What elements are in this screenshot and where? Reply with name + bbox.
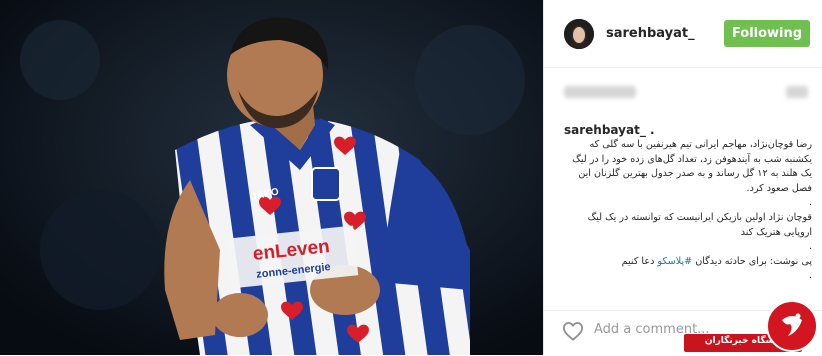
- caption-username[interactable]: sarehbayat_: [564, 123, 646, 137]
- hashtag-link[interactable]: #پلاسکو: [657, 256, 692, 267]
- likes-count-blurred: [564, 86, 636, 98]
- yjc-logo-glyph: [782, 313, 802, 336]
- watermark-badge: باشگاه خبرنگاران: [684, 296, 822, 355]
- header-username[interactable]: sarehbayat_: [606, 26, 724, 41]
- post-caption: sarehbayat_ . رضا قوچان‌نژاد، مهاجم ایرا…: [564, 122, 812, 284]
- caption-line3-end: دعا کنیم: [621, 255, 655, 267]
- caption-paragraph-1: رضا قوچان‌نژاد، مهاجم ایرانی تیم هیرنفین…: [572, 139, 812, 194]
- player-image: enLeven zonne-energie JAKO: [0, 0, 543, 355]
- caption-dot: .: [650, 123, 655, 137]
- yjc-logo-icon: [766, 300, 818, 352]
- post-photo[interactable]: enLeven zonne-energie JAKO: [0, 0, 543, 355]
- caption-paragraph-3: پی نوشت: برای حادثه دیدگان #پلاسکو دعا ک…: [564, 255, 812, 270]
- caption-header: sarehbayat_ .: [564, 122, 812, 138]
- caption-separator-1: .: [808, 197, 812, 209]
- caption-line3-start: پی نوشت: برای حادثه دیدگان: [695, 255, 812, 267]
- avatar-image: [564, 18, 594, 49]
- caption-separator-3: .: [808, 270, 812, 282]
- heart-icon[interactable]: [562, 321, 584, 341]
- caption-body: رضا قوچان‌نژاد، مهاجم ایرانی تیم هیرنفین…: [564, 138, 812, 284]
- caption-paragraph-2: قوچان نژاد اولین بازیکن ایرانیست که توان…: [587, 211, 812, 238]
- timestamp-blurred: [786, 86, 808, 98]
- post-header: sarehbayat_ Following: [544, 0, 822, 68]
- caption-separator-2: .: [808, 241, 812, 253]
- avatar[interactable]: [564, 18, 594, 49]
- following-button[interactable]: Following: [724, 20, 810, 47]
- post-meta-row: [564, 80, 810, 106]
